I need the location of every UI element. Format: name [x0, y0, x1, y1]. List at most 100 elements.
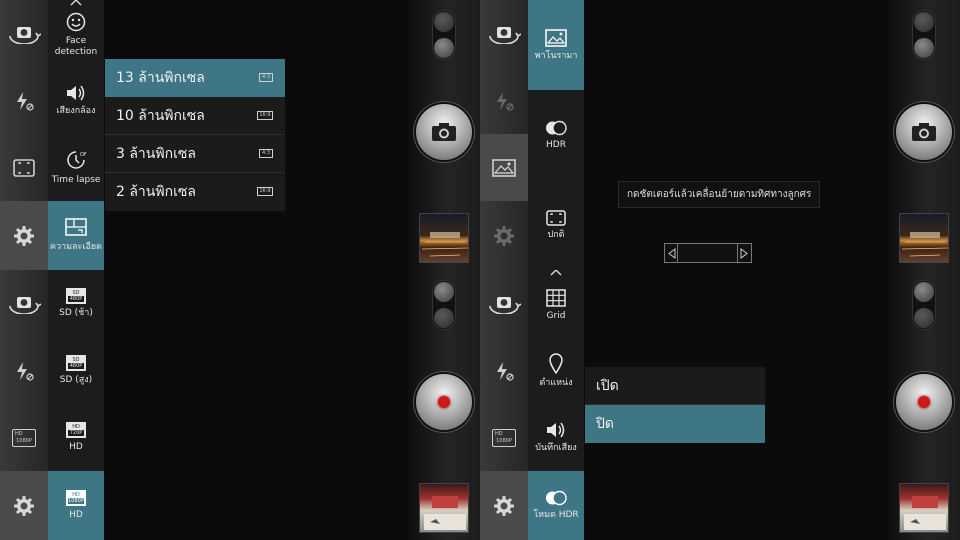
camera-mode-button[interactable]: [480, 134, 528, 201]
camera-icon: [912, 123, 936, 141]
menu-item-label: SD (ช้า): [59, 308, 93, 318]
menu-item-time-lapse[interactable]: OFF Time lapse: [48, 134, 104, 201]
switch-camera-button[interactable]: [480, 0, 528, 67]
camera-video-switch[interactable]: [912, 10, 936, 60]
flash-off-button[interactable]: [0, 67, 48, 134]
switch-camera-button[interactable]: [480, 270, 528, 337]
record-button[interactable]: [416, 374, 472, 430]
menu-item-sd-low[interactable]: SD 480P SD (ช้า): [48, 270, 104, 337]
grid-icon: [546, 288, 566, 307]
hdr-icon: [546, 120, 567, 135]
menu-item-hdr[interactable]: HDR: [528, 90, 584, 180]
camera-icon: [432, 123, 456, 141]
focus-mode-button[interactable]: [0, 134, 48, 201]
menu-item-hd-720[interactable]: HD 720P HD: [48, 404, 104, 471]
toggle-option-on[interactable]: เปิด: [585, 367, 765, 405]
resolution-option-label: 3 ล้านพิกเซล: [116, 145, 196, 162]
shutter-button[interactable]: [416, 104, 472, 160]
resolution-icon: [65, 218, 87, 236]
toggle-option-label: เปิด: [596, 377, 619, 394]
focus-frame-icon: [13, 158, 35, 177]
menu-item-panorama[interactable]: พาโนรามา: [528, 0, 584, 90]
camera-video-switch[interactable]: [432, 10, 456, 60]
toggle-option-off[interactable]: ปิด: [585, 405, 765, 443]
camera-mode-screen: พาโนรามา HDR ปกติ กดชัตเตอร์แล้วเคลื่อนย…: [480, 0, 960, 270]
menu-item-hd-1080[interactable]: HD 1080P HD: [48, 471, 104, 540]
last-video-thumbnail[interactable]: [419, 483, 469, 533]
panorama-hint: กดชัตเตอร์แล้วเคลื่อนย้ายตามทิศทางลูกศร: [618, 181, 821, 208]
photo-settings-menu: Face detection เสียงกล้อง OFF Time lapse…: [48, 0, 104, 270]
shutter-button[interactable]: [896, 104, 952, 160]
left-control-strip: [0, 0, 48, 270]
menu-item-grid[interactable]: Grid: [528, 273, 584, 337]
menu-item-sd-high[interactable]: SD 480P SD (สูง): [48, 337, 104, 404]
resolution-option[interactable]: 2 ล้านพิกเซล 16:9: [105, 173, 285, 211]
menu-item-label: เสียงกล้อง: [56, 106, 96, 116]
left-control-strip: HD 1080P: [0, 270, 48, 540]
badge-bottom-text: 1080P: [496, 437, 512, 444]
resolution-option[interactable]: 10 ล้านพิกเซล 16:9: [105, 97, 285, 135]
flash-off-icon: [17, 361, 34, 381]
record-dot-icon: [918, 396, 930, 408]
resolution-option-label: 13 ล้านพิกเซล: [116, 70, 205, 86]
menu-item-audio-record[interactable]: บันทึกเสียง: [528, 404, 584, 471]
aspect-ratio-icon: 4:3: [259, 73, 273, 82]
video-camera-icon: [914, 282, 934, 302]
menu-item-label: HDR: [546, 139, 566, 150]
normal-mode-icon: [546, 209, 566, 226]
gear-icon: [14, 495, 34, 516]
menu-item-label: ปกติ: [547, 229, 565, 240]
settings-button[interactable]: [0, 471, 48, 540]
location-pin-icon: [549, 353, 563, 374]
record-button[interactable]: [896, 374, 952, 430]
settings-button[interactable]: [480, 201, 528, 270]
aspect-ratio-icon: 4:3: [259, 149, 273, 158]
menu-item-location[interactable]: ตำแหน่ง: [528, 337, 584, 404]
flash-off-button[interactable]: [480, 337, 528, 404]
resolution-option[interactable]: 3 ล้านพิกเซล 4:3: [105, 135, 285, 173]
video-quality-button[interactable]: HD 1080P: [0, 404, 48, 471]
panorama-progress-bar: [664, 243, 752, 263]
menu-item-label: ความละเอียด: [49, 242, 102, 252]
switch-camera-icon: [489, 26, 521, 44]
resolution-option-label: 2 ล้านพิกเซล: [116, 184, 196, 200]
video-quality-button[interactable]: HD 1080P: [480, 404, 528, 471]
last-video-thumbnail[interactable]: [899, 483, 949, 533]
camera-icon: [914, 308, 934, 328]
menu-item-normal[interactable]: ปกติ: [528, 180, 584, 270]
badge-bottom-text: 1080P: [16, 437, 32, 444]
flash-off-button[interactable]: [0, 337, 48, 404]
flash-button[interactable]: [480, 67, 528, 134]
menu-item-hdr-mode[interactable]: โหมด HDR: [528, 471, 584, 540]
switch-camera-button[interactable]: [0, 270, 48, 337]
smiley-icon: [66, 12, 86, 32]
video-camera-icon: [434, 12, 454, 32]
hdr-toggle-popup: เปิด ปิด: [585, 367, 765, 443]
camera-icon: [434, 38, 454, 58]
hd-1080p-badge-icon: HD 1080P: [66, 490, 86, 506]
switch-camera-icon: [489, 296, 521, 314]
video-quality-menu: SD 480P SD (ช้า) SD 480P SD (สูง) HD 720…: [48, 270, 104, 540]
panorama-bar-divider: [737, 244, 738, 262]
switch-camera-button[interactable]: [0, 0, 48, 67]
gear-icon: [14, 225, 34, 246]
video-camera-icon: [434, 282, 454, 302]
last-photo-thumbnail[interactable]: [899, 213, 949, 263]
speaker-icon: [67, 85, 85, 101]
menu-item-shutter-sound[interactable]: เสียงกล้อง: [48, 67, 104, 134]
resolution-option[interactable]: 13 ล้านพิกเซล 4:3: [105, 59, 285, 97]
sd-480p-badge-icon: SD 480P: [66, 288, 86, 304]
last-photo-thumbnail[interactable]: [419, 213, 469, 263]
aspect-ratio-icon: 16:9: [257, 111, 273, 120]
panorama-bar-divider: [677, 244, 678, 262]
camera-video-switch[interactable]: [432, 280, 456, 330]
menu-item-resolution[interactable]: ความละเอียด: [48, 201, 104, 270]
settings-button[interactable]: [480, 471, 528, 540]
settings-button[interactable]: [0, 201, 48, 270]
flash-off-icon: [17, 91, 34, 111]
menu-item-face-detection[interactable]: Face detection: [48, 3, 104, 67]
camera-video-switch[interactable]: [912, 280, 936, 330]
video-extra-settings-screen: HD 1080P Grid ตำแหน่ง บันทึกเสียง โหมด H…: [480, 270, 960, 540]
switch-camera-icon: [9, 26, 41, 44]
badge-bottom-text: 480P: [68, 296, 84, 302]
